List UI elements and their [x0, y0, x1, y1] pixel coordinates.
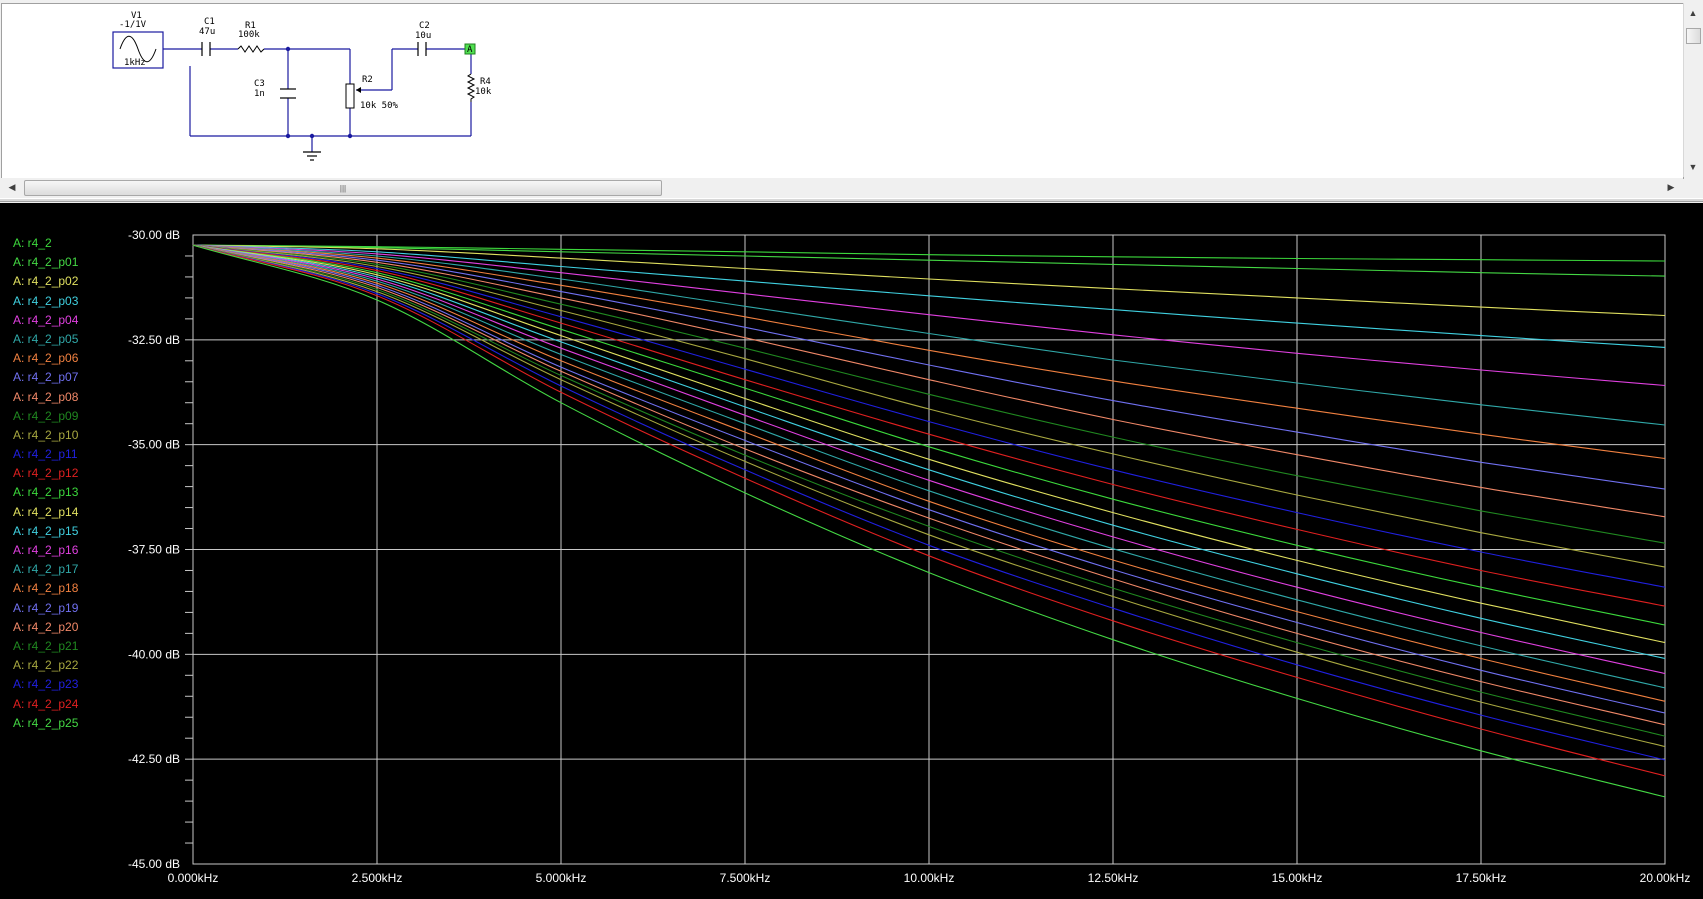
legend-item-14[interactable]: A: r4_2_p14: [13, 503, 123, 522]
vertical-scroll-thumb[interactable]: [1686, 28, 1701, 44]
x-tick-label: 0.000kHz: [168, 871, 219, 885]
y-tick-label: -40.00 dB: [128, 647, 180, 661]
r2-value: 10k 50%: [360, 101, 399, 111]
legend-item-18[interactable]: A: r4_2_p18: [13, 579, 123, 598]
y-tick-label: -45.00 dB: [128, 857, 180, 871]
graph-pane[interactable]: A: r4_2 A: r4_2_p01 A: r4_2_p02 A: r4_2_p03…: [0, 203, 1703, 899]
v1-amplitude: -1/1V: [119, 20, 147, 30]
legend-item-11[interactable]: A: r4_2_p11: [13, 445, 123, 464]
r2-label: R2: [362, 75, 373, 85]
y-tick-label: -35.00 dB: [128, 438, 180, 452]
legend-item-3[interactable]: A: r4_2_p03: [13, 292, 123, 311]
c1-value: 47u: [199, 27, 215, 37]
legend-item-22[interactable]: A: r4_2_p22: [13, 656, 123, 675]
x-tick-label: 10.00kHz: [904, 871, 955, 885]
horizontal-scroll-thumb[interactable]: |||: [24, 180, 662, 196]
scroll-down-icon[interactable]: ▼: [1685, 159, 1701, 175]
x-tick-label: 17.50kHz: [1456, 871, 1507, 885]
legend-item-19[interactable]: A: r4_2_p19: [13, 599, 123, 618]
legend-item-23[interactable]: A: r4_2_p23: [13, 675, 123, 694]
r4-value: 10k: [475, 87, 492, 97]
x-tick-label: 5.000kHz: [536, 871, 587, 885]
ground-symbol: [303, 151, 321, 161]
v1-frequency: 1kHz: [124, 58, 146, 68]
capacitor-c3-symbol[interactable]: [280, 88, 296, 99]
x-tick-label: 12.50kHz: [1088, 871, 1139, 885]
legend-item-21[interactable]: A: r4_2_p21: [13, 637, 123, 656]
junction-dots: [285, 46, 353, 139]
r1-value: 100k: [238, 30, 260, 40]
schematic-pane: V1 -1/1V 1kHz C1 47u R1 100k C3 1n R2 10…: [0, 0, 1703, 198]
legend-item-7[interactable]: A: r4_2_p07: [13, 368, 123, 387]
y-tick-label: -37.50 dB: [128, 543, 180, 557]
legend-item-8[interactable]: A: r4_2_p08: [13, 388, 123, 407]
y-tick-label: -32.50 dB: [128, 333, 180, 347]
legend-item-0[interactable]: A: r4_2: [13, 234, 123, 253]
c3-value: 1n: [254, 89, 265, 99]
x-tick-label: 7.500kHz: [720, 871, 771, 885]
legend-item-12[interactable]: A: r4_2_p12: [13, 464, 123, 483]
x-tick-label: 20.00kHz: [1640, 871, 1691, 885]
legend-item-15[interactable]: A: r4_2_p15: [13, 522, 123, 541]
legend-item-25[interactable]: A: r4_2_p25: [13, 714, 123, 733]
scroll-left-icon[interactable]: ◀: [4, 179, 20, 195]
r4-label: R4: [480, 77, 491, 87]
legend-item-13[interactable]: A: r4_2_p13: [13, 483, 123, 502]
c2-value: 10u: [415, 31, 431, 41]
resistor-r1-symbol[interactable]: [237, 45, 265, 53]
c1-label: C1: [204, 17, 215, 27]
capacitor-c2-symbol[interactable]: [417, 42, 427, 56]
potentiometer-r2-symbol[interactable]: [345, 83, 361, 109]
legend-item-24[interactable]: A: r4_2_p24: [13, 695, 123, 714]
capacitor-c1-symbol[interactable]: [201, 42, 211, 56]
x-tick-label: 2.500kHz: [352, 871, 403, 885]
legend-item-2[interactable]: A: r4_2_p02: [13, 272, 123, 291]
c2-label: C2: [419, 21, 430, 31]
scroll-right-icon[interactable]: ▶: [1663, 179, 1679, 195]
wires: [163, 48, 472, 152]
scroll-up-icon[interactable]: ▲: [1685, 5, 1701, 21]
legend-item-6[interactable]: A: r4_2_p06: [13, 349, 123, 368]
x-tick-label: 15.00kHz: [1272, 871, 1323, 885]
probe-label: A: [467, 45, 473, 55]
legend-item-20[interactable]: A: r4_2_p20: [13, 618, 123, 637]
frequency-response-chart[interactable]: 0.000kHz 2.500kHz 5.000kHz 7.500kHz 10.00kHz…: [0, 203, 1703, 899]
legend-item-17[interactable]: A: r4_2_p17: [13, 560, 123, 579]
legend-item-1[interactable]: A: r4_2_p01: [13, 253, 123, 272]
legend-item-9[interactable]: A: r4_2_p09: [13, 407, 123, 426]
trace-legend: A: r4_2 A: r4_2_p01 A: r4_2_p02 A: r4_2_p03…: [13, 234, 123, 733]
legend-item-16[interactable]: A: r4_2_p16: [13, 541, 123, 560]
probe-marker[interactable]: A: [464, 43, 476, 55]
y-tick-label: -30.00 dB: [128, 228, 180, 242]
legend-item-5[interactable]: A: r4_2_p05: [13, 330, 123, 349]
c3-label: C3: [254, 79, 265, 89]
horizontal-scrollbar[interactable]: ◀ ||| ▶: [1, 178, 1683, 196]
legend-item-4[interactable]: A: r4_2_p04: [13, 311, 123, 330]
pane-splitter[interactable]: [0, 198, 1703, 202]
y-tick-label: -42.50 dB: [128, 752, 180, 766]
circuit-diagram: V1 -1/1V 1kHz C1 47u R1 100k C3 1n R2 10…: [112, 11, 492, 161]
legend-item-10[interactable]: A: r4_2_p10: [13, 426, 123, 445]
schematic-canvas[interactable]: V1 -1/1V 1kHz C1 47u R1 100k C3 1n R2 10…: [1, 3, 1684, 179]
resistor-r4-symbol[interactable]: [466, 73, 476, 102]
